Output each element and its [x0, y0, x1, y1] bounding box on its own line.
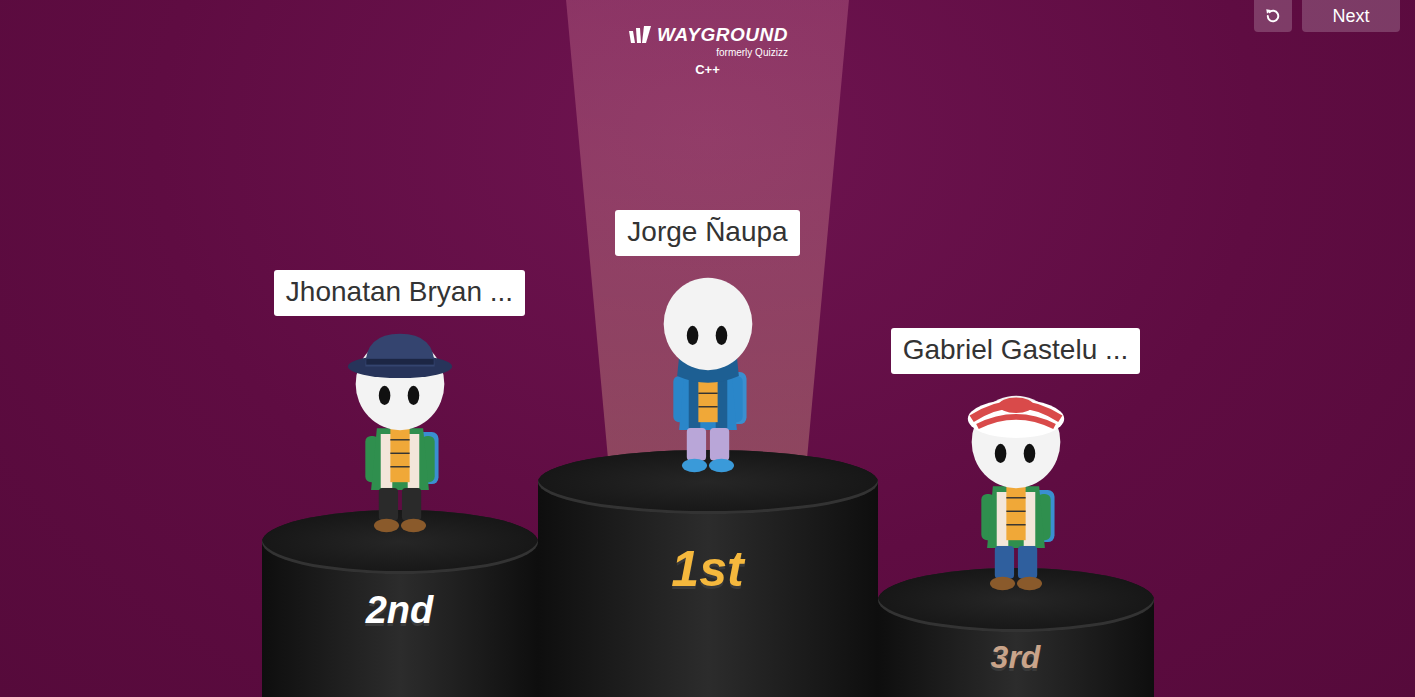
brand-name: WAYGROUND [657, 24, 788, 46]
actions: Next [788, 0, 1415, 32]
place-label: 1st [671, 542, 743, 697]
brand-tagline: formerly Quizizz [716, 47, 788, 58]
podium-top [878, 568, 1154, 632]
podium-top [262, 510, 538, 574]
podium-top [538, 450, 878, 514]
podium-column: Jhonatan Bryan ... 2nd [262, 270, 538, 697]
player-name: Gabriel Gastelu ... [891, 328, 1141, 374]
player-name: Jhonatan Bryan ... [274, 270, 525, 316]
player-name: Jorge Ñaupa [615, 210, 799, 256]
top-bar: WAYGROUNDformerly Quizizz C++ Next [0, 0, 1415, 90]
podium-block: 1st [538, 450, 878, 697]
podium-block: 2nd [262, 510, 538, 697]
player-avatar-icon [342, 328, 458, 540]
player-avatar-icon [650, 268, 766, 480]
wayground-logo-icon [627, 25, 653, 45]
next-button[interactable]: Next [1302, 0, 1400, 32]
place-label: 3rd [991, 640, 1041, 697]
podium-stage: Jhonatan Bryan ... 2nd Jorge Ñaupa 1st Gabri… [0, 90, 1415, 697]
logo: WAYGROUNDformerly Quizizz C++ [627, 0, 788, 77]
restart-button[interactable] [1254, 0, 1292, 32]
podium-column: Gabriel Gastelu ... 3rd [878, 328, 1154, 697]
player-avatar-icon [958, 386, 1074, 598]
quiz-title: C++ [695, 62, 720, 77]
leaderboard-screen: WAYGROUNDformerly Quizizz C++ Next Jhonatan… [0, 0, 1415, 697]
podium-block: 3rd [878, 568, 1154, 697]
place-label: 2nd [366, 590, 434, 697]
restart-icon [1264, 7, 1282, 25]
podium-column: Jorge Ñaupa 1st [538, 210, 878, 697]
